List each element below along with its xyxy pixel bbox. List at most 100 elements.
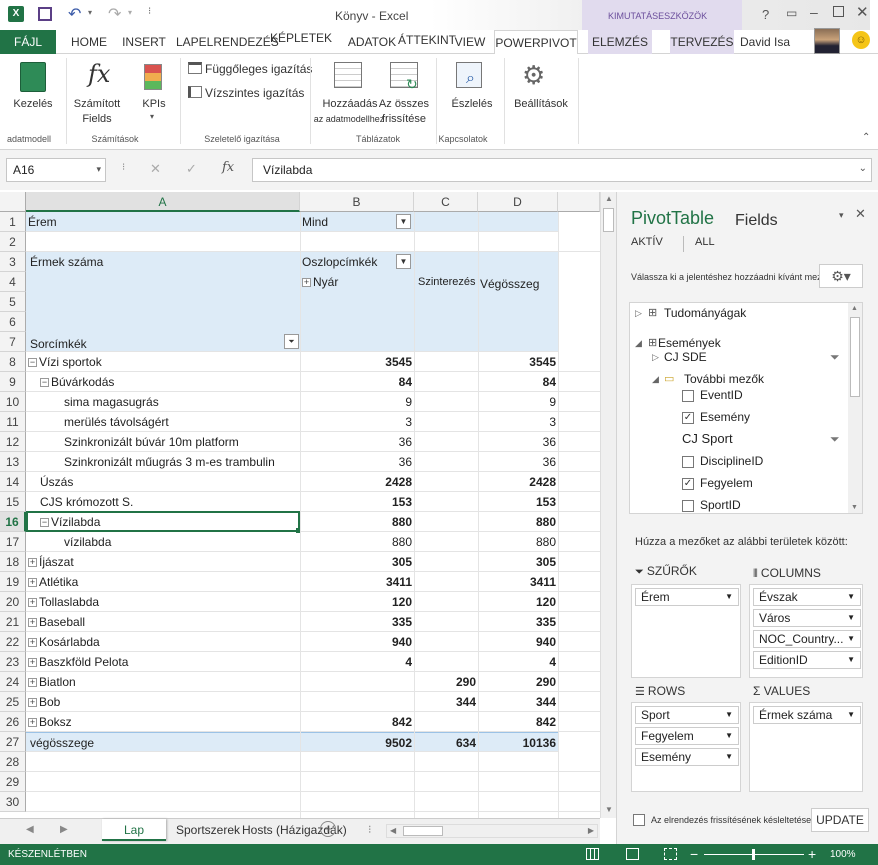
formula-expand-icon[interactable]: ⌄ (859, 163, 867, 174)
zoom-slider-thumb[interactable] (752, 849, 755, 860)
kpi-icon[interactable] (144, 64, 162, 90)
fx-icon[interactable]: fx (88, 60, 110, 88)
cell-d[interactable]: 3411 (478, 572, 558, 592)
cell-c[interactable] (414, 472, 478, 492)
pivot-row[interactable]: Úszás 2428 2428 (26, 472, 600, 492)
row-header[interactable]: 11 (0, 412, 26, 432)
formula-input[interactable]: Vízilabda ⌄ (252, 158, 872, 182)
row-header[interactable]: 6 (0, 312, 26, 332)
area-field-rows[interactable]: Esemény ▼ (635, 748, 739, 766)
chevron-down-icon[interactable]: ▼ (847, 652, 855, 668)
cell-d[interactable]: 305 (478, 552, 558, 572)
grand-total-d[interactable]: 10136 (478, 733, 558, 753)
cell-d[interactable]: 153 (478, 492, 558, 512)
row-header[interactable]: 23 (0, 652, 26, 672)
tab-home[interactable]: HOME (66, 30, 112, 54)
collapse-icon[interactable]: − (28, 358, 37, 368)
cell-c[interactable] (414, 432, 478, 452)
layout-settings-button[interactable]: ⚙▾ (819, 264, 863, 288)
cell-c[interactable] (414, 392, 478, 412)
expand-icon[interactable]: + (28, 598, 37, 608)
cell-d[interactable]: 290 (478, 672, 558, 692)
pivot-row[interactable]: − Vízi sportok 3545 3545 (26, 352, 600, 372)
avatar[interactable] (814, 28, 840, 54)
save-icon[interactable] (38, 7, 52, 21)
scroll-thumb[interactable] (603, 208, 614, 232)
expand-icon[interactable]: + (28, 638, 37, 648)
tab-powerpivot[interactable]: POWERPIVOT (494, 30, 578, 55)
cell-d[interactable]: 3 (478, 412, 558, 432)
tab-file[interactable]: FÁJL (0, 30, 56, 54)
column-header-c[interactable]: C (414, 192, 478, 212)
kpi-dropdown-icon[interactable]: ▾ (150, 112, 154, 121)
select-all-corner[interactable] (0, 192, 26, 212)
manage-button[interactable]: Kezelés (6, 97, 60, 111)
column-header-blank[interactable] (558, 192, 600, 212)
kpis-button[interactable]: KPIs (134, 97, 174, 111)
field-scroll-thumb[interactable] (850, 317, 860, 397)
tree-expand-icon[interactable]: ▷ (652, 347, 659, 367)
cell-c[interactable] (414, 532, 478, 552)
cell-b[interactable]: 153 (300, 492, 414, 512)
spreadsheet-grid[interactable]: A B C D 1 2 3 4 5 6 7 8 9 10 11 12 13 14 15 16 17 18 19 20 2… (0, 192, 600, 818)
tree-expand-icon[interactable]: ▷ (635, 303, 642, 323)
cell-d[interactable]: 36 (478, 452, 558, 472)
cell-d[interactable]: 842 (478, 712, 558, 732)
column-header-d[interactable]: D (478, 192, 558, 212)
field-fegyelem[interactable]: ✓ Fegyelem (682, 473, 753, 493)
tab-data[interactable]: ADATOK (346, 30, 398, 54)
checkbox-disciplineid[interactable] (682, 455, 694, 468)
cell-d[interactable]: 344 (478, 692, 558, 712)
page-layout-view-icon[interactable] (626, 848, 639, 860)
filter-value[interactable]: Mind (302, 212, 392, 232)
settings-icon[interactable]: ⚙ (522, 60, 545, 91)
cell-b[interactable]: 36 (300, 452, 414, 472)
formula-bar-grip-icon[interactable]: ⁝ (122, 162, 125, 173)
horizontal-align-icon[interactable] (188, 86, 202, 98)
column-labels-dropdown-icon[interactable]: ▼ (396, 254, 411, 269)
redo-dropdown-icon[interactable]: ▾ (128, 8, 132, 17)
cell-b[interactable]: 3411 (300, 572, 414, 592)
add-to-datamodel-button[interactable]: Hozzáadás (318, 97, 382, 111)
chevron-down-icon[interactable]: ▼ (725, 589, 733, 605)
pivot-row[interactable]: + Boksz 842 842 (26, 712, 600, 732)
pivot-row[interactable]: + Biatlon 290 290 (26, 672, 600, 692)
area-field-values[interactable]: Érmek száma ▼ (753, 706, 861, 724)
column-header-a[interactable]: A (26, 192, 300, 212)
field-list-scrollbar[interactable]: ▲ ▼ (848, 303, 862, 513)
cell-b[interactable]: 3 (300, 412, 414, 432)
row-header[interactable]: 15 (0, 492, 26, 512)
row-header[interactable]: 30 (0, 792, 26, 812)
tab-all[interactable]: ALL (695, 236, 715, 248)
expand-icon[interactable]: + (28, 618, 37, 628)
page-break-view-icon[interactable] (664, 848, 677, 860)
manage-icon[interactable] (20, 62, 46, 92)
cell-b[interactable] (300, 672, 414, 692)
cell-b[interactable]: 880 (300, 512, 414, 532)
cell-d[interactable]: 84 (478, 372, 558, 392)
name-box[interactable]: A16 ▾ (6, 158, 106, 182)
pivot-row[interactable]: − Búvárkodás 84 84 (26, 372, 600, 392)
pivot-row[interactable]: + Tollaslabda 120 120 (26, 592, 600, 612)
filter-dropdown-icon[interactable]: ▼ (396, 214, 411, 229)
chevron-down-icon[interactable]: ▼ (725, 728, 733, 744)
row-header[interactable]: 14 (0, 472, 26, 492)
row-header[interactable]: 24 (0, 672, 26, 692)
cell-b[interactable]: 4 (300, 652, 414, 672)
help-icon[interactable]: ? (762, 7, 769, 22)
update-button[interactable]: UPDATE (811, 808, 869, 832)
collapse-icon[interactable]: − (40, 378, 49, 388)
add-to-datamodel-icon[interactable] (334, 62, 362, 88)
pivot-row[interactable]: + Kosárlabda 940 940 (26, 632, 600, 652)
cell-c[interactable]: 344 (414, 692, 478, 712)
cell-b[interactable]: 940 (300, 632, 414, 652)
row-header[interactable]: 1 (0, 212, 26, 232)
redo-icon[interactable]: ↷ (108, 4, 121, 24)
grand-total-c[interactable]: 634 (414, 733, 478, 753)
row-labels-filter-icon[interactable]: ⏷ (284, 334, 299, 349)
area-field-columns[interactable]: Évszak ▼ (753, 588, 861, 606)
column-item-summer[interactable]: + Nyár (302, 272, 412, 292)
pivot-row[interactable]: vízilabda 880 880 (26, 532, 600, 552)
zoom-level[interactable]: 100% (830, 844, 856, 865)
row-header[interactable]: 22 (0, 632, 26, 652)
